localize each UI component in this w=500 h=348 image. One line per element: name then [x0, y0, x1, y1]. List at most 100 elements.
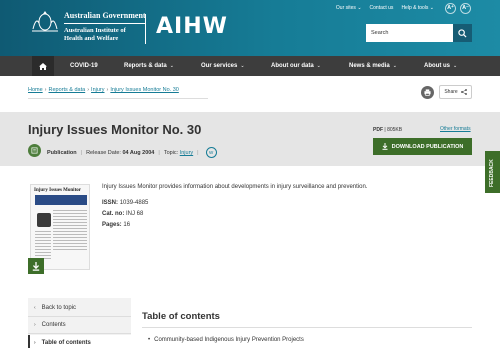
download-publication-button[interactable]: DOWNLOAD PUBLICATION — [373, 138, 472, 155]
sidebar-contents[interactable]: › Contents — [28, 317, 131, 334]
toc-divider — [142, 327, 472, 328]
home-icon — [39, 62, 47, 70]
nav-home[interactable] — [32, 56, 54, 76]
meta-separator: | — [197, 149, 199, 156]
chevron-right-icon: › — [34, 322, 36, 328]
main-nav: COVID-19 Reports & data ⌄ Our services ⌄ A… — [0, 56, 500, 76]
our-sites-link[interactable]: Our sites ⌄ — [336, 5, 362, 11]
issn-label: ISSN: — [102, 200, 119, 206]
breadcrumb-reports[interactable]: Reports & data — [49, 87, 86, 93]
sidebar-item-label: Table of contents — [41, 340, 91, 346]
nav-about-us-label: About us — [424, 63, 450, 69]
cover-text-lines — [35, 231, 51, 261]
chevron-right-icon: › — [44, 87, 47, 93]
font-increase-button[interactable]: A⁺ — [445, 3, 456, 14]
gov-line3: Health and Welfare — [64, 35, 119, 42]
nav-covid[interactable]: COVID-19 — [70, 56, 98, 76]
pages-row: Pages: 16 — [102, 222, 130, 228]
chevron-left-icon: ‹ — [34, 305, 36, 311]
cat-label: Cat. no: — [102, 211, 125, 217]
breadcrumb-injury[interactable]: Injury — [91, 87, 104, 93]
publication-type: Publication — [47, 149, 77, 156]
toc-item[interactable]: Community-based Indigenous Injury Preven… — [148, 337, 304, 343]
breadcrumb: Home › Reports & data › Injury › Injury Issues… — [28, 87, 179, 93]
meta-separator: | — [80, 149, 83, 156]
cover-download-button[interactable] — [28, 258, 44, 274]
other-formats-link[interactable]: Other formats — [440, 126, 471, 132]
publication-icon — [28, 144, 41, 157]
nav-about-data-label: About our data — [271, 63, 314, 69]
gov-line2: Australian Institute of — [64, 27, 126, 34]
chevron-down-icon: ⌄ — [429, 5, 434, 11]
cover-photo — [37, 213, 51, 227]
sidebar-table-of-contents[interactable]: › Table of contents — [28, 335, 131, 348]
topic-link[interactable]: Injury — [180, 150, 193, 156]
feedback-tab[interactable]: FEEDBACK — [485, 151, 500, 193]
chevron-down-icon: ⌄ — [169, 63, 174, 69]
issn-value: 1039-4885 — [119, 200, 149, 206]
site-header: Australian Government Australian Institu… — [0, 0, 500, 56]
search-button[interactable] — [453, 24, 472, 42]
sidebar-item-label: Back to topic — [41, 305, 77, 311]
print-icon — [424, 89, 431, 96]
nav-about-us[interactable]: About us ⌄ — [424, 56, 457, 76]
nav-reports-label: Reports & data — [124, 63, 167, 69]
book-icon — [31, 147, 38, 154]
pdf-info: PDF | 805KB — [373, 127, 403, 133]
breadcrumb-divider — [28, 98, 208, 99]
aihw-logo[interactable]: AIHW — [156, 14, 228, 39]
nav-news-label: News & media — [349, 63, 390, 69]
nav-covid-label: COVID-19 — [70, 63, 98, 69]
nav-our-services[interactable]: Our services ⌄ — [201, 56, 245, 76]
pages-label: Pages: — [102, 222, 122, 228]
nav-news-media[interactable]: News & media ⌄ — [349, 56, 397, 76]
coat-of-arms-icon — [32, 11, 58, 32]
toc-heading: Table of contents — [142, 311, 220, 322]
chevron-right-icon: › — [106, 87, 109, 93]
search-icon — [458, 28, 467, 38]
meta-separator: | — [158, 149, 160, 156]
cat-value: INJ 68 — [126, 211, 144, 217]
help-tools-label: Help & tools — [401, 5, 429, 11]
print-button[interactable] — [421, 86, 434, 99]
nav-reports-data[interactable]: Reports & data ⌄ — [124, 56, 174, 76]
chevron-right-icon: › — [87, 87, 90, 93]
share-label: Share — [444, 89, 458, 95]
share-icon — [460, 89, 467, 95]
feedback-label: FEEDBACK — [489, 159, 495, 187]
publication-meta: Publication | Release Date: 04 Aug 2004 | To… — [47, 147, 217, 158]
download-icon — [382, 143, 388, 150]
sidebar: ‹ Back to topic › Contents › Table of conte… — [28, 298, 131, 348]
chevron-right-icon: › — [34, 340, 36, 346]
search-input[interactable] — [366, 24, 453, 42]
publication-description: Injury Issues Monitor provides informati… — [102, 184, 368, 190]
utility-links: Our sites ⌄ Contact us Help & tools ⌄ — [336, 5, 434, 11]
release-date: 04 Aug 2004 — [122, 149, 155, 156]
metadata-badge[interactable]: W — [205, 147, 217, 158]
breadcrumb-current[interactable]: Injury Issues Monitor No. 30 — [110, 87, 178, 93]
cover-text-lines — [53, 210, 87, 250]
download-icon — [32, 261, 40, 271]
nav-about-our-data[interactable]: About our data ⌄ — [271, 56, 321, 76]
pdf-size: 805KB — [387, 127, 403, 133]
pages-value: 16 — [123, 222, 131, 228]
cat-row: Cat. no: INJ 68 — [102, 211, 143, 217]
contact-us-link[interactable]: Contact us — [370, 5, 394, 11]
nav-services-label: Our services — [201, 63, 238, 69]
topic-label: Topic: — [163, 149, 179, 156]
government-logo-text[interactable]: Australian Government Australian Institu… — [64, 12, 146, 43]
sidebar-item-label: Contents — [41, 322, 66, 328]
chevron-down-icon: ⌄ — [240, 63, 245, 69]
page-title: Injury Issues Monitor No. 30 — [28, 122, 202, 137]
sidebar-back-to-topic[interactable]: ‹ Back to topic — [28, 300, 131, 317]
gov-line1: Australian Government — [64, 12, 146, 24]
issn-row: ISSN: 1039-4885 — [102, 200, 148, 206]
share-button[interactable]: Share — [439, 85, 472, 99]
our-sites-label: Our sites — [335, 5, 356, 11]
download-button-label: DOWNLOAD PUBLICATION — [391, 143, 464, 150]
cover-banner — [35, 195, 87, 205]
help-tools-link[interactable]: Help & tools ⌄ — [401, 5, 434, 11]
chevron-down-icon: ⌄ — [357, 5, 362, 11]
breadcrumb-home[interactable]: Home — [28, 87, 43, 93]
font-decrease-button[interactable]: A⁻ — [460, 3, 471, 14]
